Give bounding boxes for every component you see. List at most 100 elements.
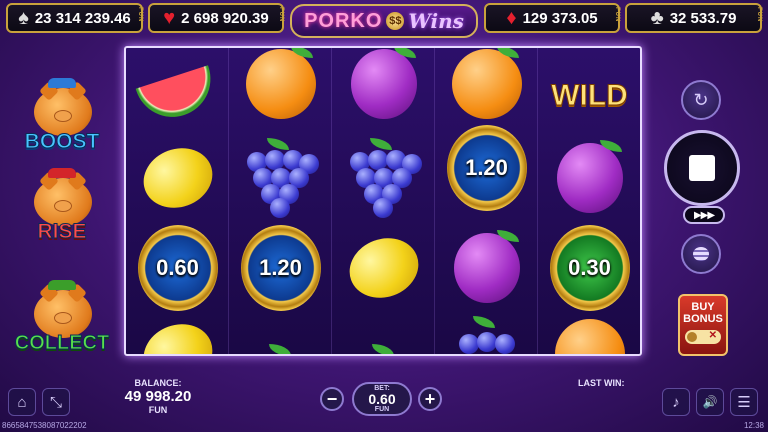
jackpot-diamond-value: 129 373.05 bbox=[522, 9, 598, 27]
reel-cell bbox=[538, 130, 640, 226]
feature-boost-label: BOOST bbox=[24, 130, 100, 154]
diamond-icon: ♦ bbox=[506, 7, 517, 29]
reel-grid: 0.60 1.20 1.20 WILD 0.30 bbox=[124, 46, 642, 356]
orange-icon bbox=[550, 314, 630, 354]
balance-currency: FUN bbox=[148, 405, 168, 415]
turbo-button[interactable]: ▶▶▶ bbox=[683, 206, 725, 224]
jackpot-spade: ♠ 23 314 239.46 FUN bbox=[6, 3, 143, 33]
reel-cell: 0.60 bbox=[126, 220, 229, 316]
blue-coin-icon: 0.60 bbox=[137, 225, 218, 311]
jackpot-bar: ♠ 23 314 239.46 FUN ♥ 2 698 920.39 FUN P… bbox=[0, 0, 768, 40]
chips-icon bbox=[693, 247, 709, 261]
bet-value: 0.60 bbox=[368, 391, 396, 407]
reel-2: 1.20 bbox=[229, 48, 332, 354]
jackpot-heart-value: 2 698 920.39 bbox=[181, 9, 269, 27]
jackpot-diamond: ♦ 129 373.05 FUN bbox=[484, 3, 620, 33]
reel-1: 0.60 bbox=[126, 48, 229, 354]
spin-stop-button[interactable] bbox=[664, 130, 740, 206]
reel-cell bbox=[229, 306, 332, 354]
buy-bonus-line-1: BUY bbox=[691, 301, 715, 313]
buy-bonus-button[interactable]: BUY BONUS ✕ bbox=[678, 294, 728, 356]
fun-tag: FUN bbox=[137, 7, 143, 23]
bet-display: BET: 0.60 FUN bbox=[352, 382, 412, 416]
coin-value: 1.20 bbox=[259, 255, 302, 280]
cherry-icon bbox=[344, 314, 424, 354]
jackpot-club-value: 32 533.79 bbox=[669, 9, 737, 27]
buy-bonus-toggle[interactable]: ✕ bbox=[685, 330, 721, 344]
reel-cell bbox=[332, 306, 435, 354]
music-icon: ♪ bbox=[672, 393, 680, 411]
stake-button[interactable] bbox=[681, 234, 721, 274]
cherry-icon bbox=[241, 314, 321, 354]
turbo-icon: ▶▶▶ bbox=[693, 209, 715, 221]
reel-cell bbox=[435, 220, 538, 316]
blue-coin-icon: 1.20 bbox=[240, 225, 321, 311]
spade-icon: ♠ bbox=[18, 7, 29, 29]
balance-label: BALANCE: bbox=[134, 378, 182, 388]
jackpot-club: ♣ 32 533.79 FUN bbox=[625, 3, 762, 33]
coin-value: 1.20 bbox=[465, 155, 508, 180]
music-button[interactable]: ♪ bbox=[662, 388, 690, 416]
sound-icon: 🔊 bbox=[702, 395, 718, 409]
clock: 12:38 bbox=[743, 421, 764, 430]
logo-coin-icon: $$ bbox=[386, 12, 405, 30]
fun-tag: FUN bbox=[614, 7, 620, 23]
grapes-icon bbox=[344, 138, 424, 218]
fullscreen-button[interactable]: ⤡ bbox=[42, 388, 70, 416]
reel-cell bbox=[435, 306, 538, 354]
feature-collect-label: COLLECT bbox=[14, 332, 110, 355]
balance-value: 49 998.20 bbox=[124, 388, 192, 405]
wild-label: WILD bbox=[551, 79, 629, 113]
club-icon: ♣ bbox=[650, 7, 664, 29]
reel-cell: 1.20 bbox=[435, 120, 538, 216]
reel-cell: 0.30 bbox=[538, 220, 640, 316]
plum-icon bbox=[344, 48, 424, 124]
fun-tag: FUN bbox=[756, 7, 762, 23]
reel-cell bbox=[126, 306, 229, 354]
feature-boost: BOOST bbox=[4, 78, 120, 162]
plus-icon: + bbox=[424, 388, 436, 409]
close-icon: ✕ bbox=[708, 330, 717, 341]
plum-icon bbox=[550, 138, 630, 218]
sound-button[interactable]: 🔊 bbox=[696, 388, 724, 416]
bet-increase-button[interactable]: + bbox=[418, 387, 442, 411]
feature-rise: RISE bbox=[4, 168, 120, 252]
reel-cell bbox=[229, 48, 332, 132]
coin-value: 0.30 bbox=[568, 255, 611, 280]
logo-part-2: Wins bbox=[408, 9, 464, 33]
buy-bonus-line-2: BONUS bbox=[683, 313, 723, 325]
bet-control: − BET: 0.60 FUN + bbox=[320, 382, 446, 416]
balance-display: BALANCE: 49 998.20 FUN bbox=[120, 378, 196, 415]
pig-rise-icon bbox=[34, 168, 92, 226]
autoplay-button[interactable]: ↻ bbox=[681, 80, 721, 120]
orange-icon bbox=[447, 48, 527, 124]
jackpot-spade-value: 23 314 239.46 bbox=[34, 9, 131, 27]
reel-3 bbox=[332, 48, 435, 354]
plum-icon bbox=[447, 228, 527, 308]
reel-cell bbox=[229, 130, 332, 226]
lemon-icon bbox=[134, 138, 221, 218]
watermelon-icon bbox=[135, 56, 220, 136]
wild-icon: WILD bbox=[550, 56, 630, 136]
fullscreen-icon: ⤡ bbox=[49, 393, 62, 411]
home-button[interactable]: ⌂ bbox=[8, 388, 36, 416]
blue-coin-icon: 1.20 bbox=[446, 125, 527, 211]
pig-collect-icon bbox=[34, 280, 92, 338]
heart-icon: ♥ bbox=[163, 7, 176, 29]
reel-4: 1.20 bbox=[435, 48, 538, 354]
autoplay-icon: ↻ bbox=[693, 89, 709, 110]
game-logo: PORKO $$ Wins bbox=[290, 4, 478, 38]
bet-decrease-button[interactable]: − bbox=[320, 387, 344, 411]
menu-icon: ☰ bbox=[737, 394, 751, 411]
grapes-icon bbox=[241, 138, 321, 218]
fun-tag: FUN bbox=[278, 7, 284, 23]
home-icon: ⌂ bbox=[17, 393, 27, 411]
minus-icon: − bbox=[326, 388, 338, 409]
stop-icon bbox=[689, 155, 715, 181]
menu-button[interactable]: ☰ bbox=[730, 388, 758, 416]
feature-rise-label: RISE bbox=[37, 220, 87, 244]
lemon-icon bbox=[340, 228, 427, 308]
lemon-icon bbox=[134, 314, 221, 354]
orange-icon bbox=[241, 48, 321, 124]
coin-value: 0.60 bbox=[156, 255, 199, 280]
